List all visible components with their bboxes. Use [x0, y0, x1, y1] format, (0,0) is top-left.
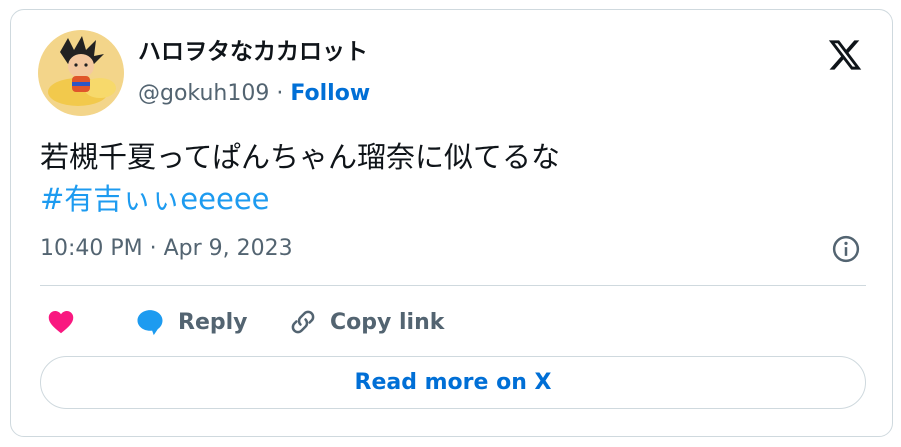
like-button[interactable] — [46, 302, 88, 342]
avatar-image — [38, 30, 124, 116]
author-handle[interactable]: @gokuh109 — [138, 81, 269, 106]
avatar[interactable] — [38, 30, 124, 116]
reply-label: Reply — [178, 309, 248, 335]
copy-link-button[interactable]: Copy link — [288, 302, 444, 342]
copy-link-label: Copy link — [330, 309, 445, 335]
handle-separator: · — [276, 81, 284, 106]
info-icon[interactable] — [831, 234, 861, 264]
author-display-name[interactable]: ハロヲタなカカロット — [138, 38, 368, 66]
tweet-timestamp[interactable]: 10:40 PM · Apr 9, 2023 — [40, 234, 293, 264]
tweet-text: 若槻千夏ってぱんちゃん瑠奈に似てるな — [40, 140, 560, 174]
divider — [40, 285, 866, 286]
author-handle-row: @gokuh109 · Follow — [138, 80, 370, 108]
x-logo-icon[interactable] — [826, 37, 864, 73]
speech-bubble-icon — [137, 310, 163, 336]
follow-button[interactable]: Follow — [290, 81, 370, 106]
read-more-button[interactable]: Read more on X — [40, 356, 866, 409]
reply-button[interactable]: Reply — [134, 302, 248, 342]
hashtag-link[interactable]: #有吉ぃぃeeeee — [40, 178, 270, 220]
heart-icon — [48, 311, 74, 334]
link-icon — [291, 310, 315, 334]
